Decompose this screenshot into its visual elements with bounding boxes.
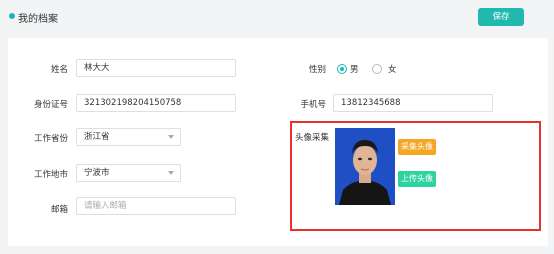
phone-field[interactable]: 13812345688 [333, 94, 493, 112]
gender-female-label: 女 [388, 65, 397, 75]
name-label: 姓名 [50, 65, 68, 75]
avatar-label: 头像采集 [295, 133, 330, 143]
id-field[interactable]: 321302198204150758 [76, 94, 236, 112]
province-select[interactable]: 浙江省 [76, 128, 181, 146]
city-value: 宁波市 [84, 168, 110, 178]
gender-male-radio[interactable] [337, 64, 347, 74]
gender-label: 性别 [308, 65, 326, 75]
chevron-down-icon [168, 171, 174, 175]
city-label: 工作地市 [33, 170, 68, 180]
city-select[interactable]: 宁波市 [76, 164, 181, 182]
avatar-photo [335, 128, 395, 205]
gender-female-radio[interactable] [372, 64, 382, 74]
province-label: 工作省份 [33, 134, 68, 144]
title-marker [9, 13, 15, 19]
phone-label: 手机号 [300, 100, 326, 110]
upload-avatar-button[interactable]: 上传头像 [398, 171, 436, 187]
person-photo-icon [335, 128, 395, 205]
capture-avatar-button[interactable]: 采集头像 [398, 139, 436, 155]
save-button[interactable]: 保存 [478, 8, 524, 26]
id-label: 身份证号 [33, 100, 68, 110]
province-value: 浙江省 [84, 132, 110, 142]
email-field[interactable]: 请输入邮箱 [76, 197, 236, 215]
gender-male-label: 男 [350, 65, 359, 75]
chevron-down-icon [168, 135, 174, 139]
email-label: 邮箱 [50, 205, 68, 215]
name-field[interactable]: 林大大 [76, 59, 236, 77]
page-title: 我的档案 [18, 14, 58, 25]
